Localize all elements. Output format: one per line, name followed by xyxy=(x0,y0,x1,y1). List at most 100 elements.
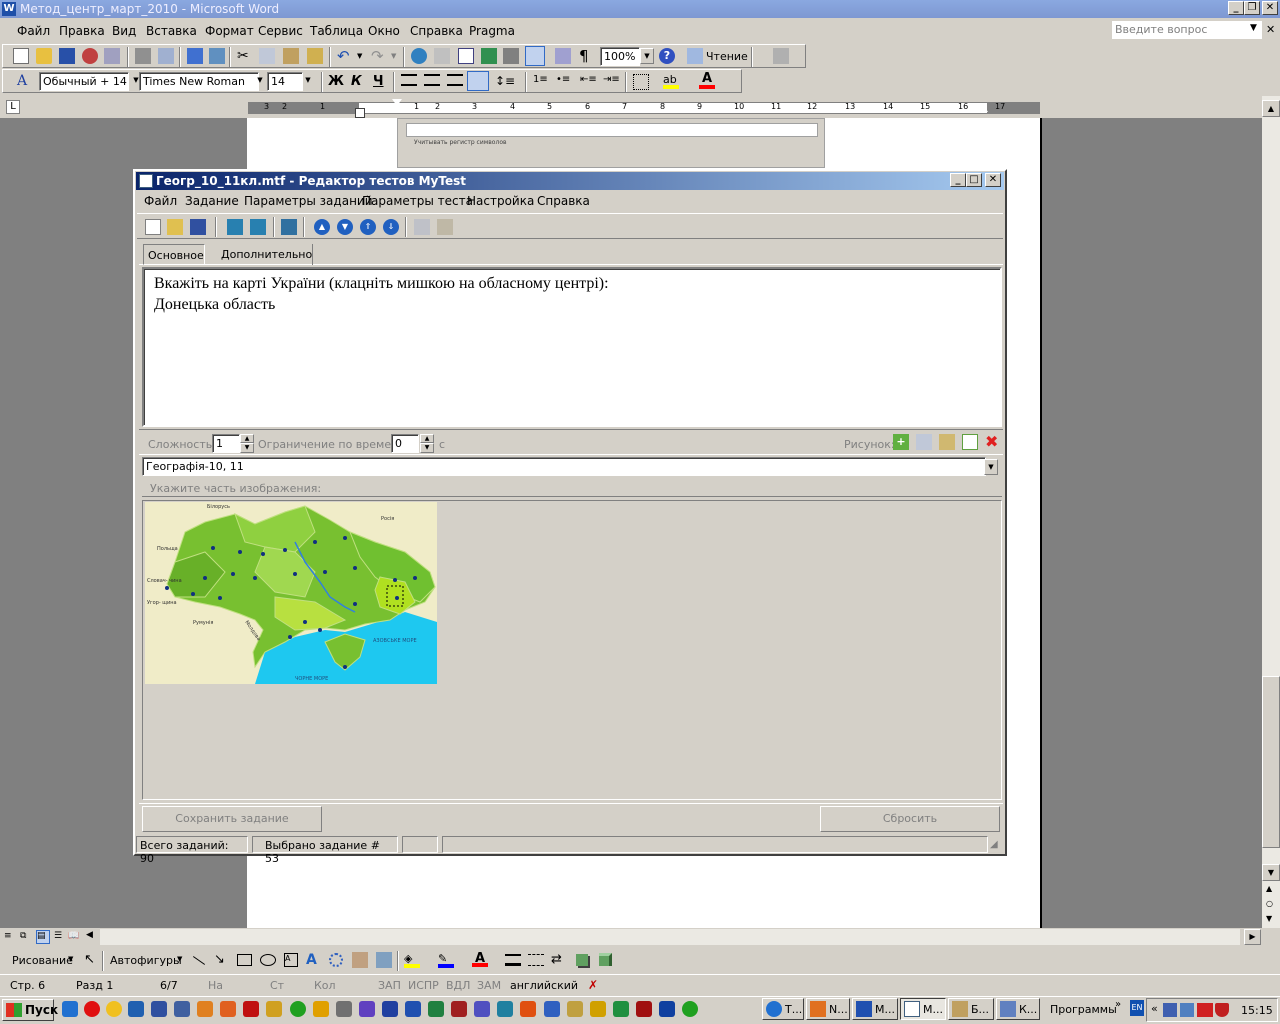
quicklaunch-app21-icon[interactable] xyxy=(520,1001,536,1017)
menu-file[interactable]: Файл xyxy=(17,24,50,38)
status-ovr[interactable]: ЗАМ xyxy=(477,979,501,992)
quicklaunch-app19-icon[interactable] xyxy=(474,1001,490,1017)
underline-button[interactable]: Ч xyxy=(373,74,384,89)
menu-insert[interactable]: Вставка xyxy=(146,24,197,38)
quicklaunch-ie-icon[interactable] xyxy=(62,1001,78,1017)
zoom-dropdown-icon[interactable]: ▼ xyxy=(640,48,654,64)
ukraine-map[interactable]: Білорусь Росія Польща Словач- чина Угор-… xyxy=(145,502,437,684)
mytest-minimize-button[interactable]: _ xyxy=(950,173,966,187)
quicklaunch-app22-icon[interactable] xyxy=(544,1001,560,1017)
font-select[interactable]: Times New Roman xyxy=(139,72,259,91)
quicklaunch-app28-icon[interactable] xyxy=(682,1001,698,1017)
tray-antivirus-icon[interactable] xyxy=(1197,1003,1213,1017)
autoshapes-menu[interactable]: Автофигуры xyxy=(110,954,182,967)
word-title-bar[interactable]: W Метод_центр_март_2010 - Microsoft Word… xyxy=(0,0,1280,18)
programs-toolbar-arrow-icon[interactable]: » xyxy=(1115,999,1121,1010)
menu-format[interactable]: Формат xyxy=(205,24,254,38)
arrow-tool-icon[interactable]: ↘ xyxy=(214,952,225,967)
bold-button[interactable]: Ж xyxy=(328,74,344,89)
insert-table-icon[interactable] xyxy=(458,48,474,64)
quicklaunch-app8-icon[interactable] xyxy=(220,1001,236,1017)
normal-view-icon[interactable]: ≡ xyxy=(4,931,16,943)
mytest-add-subtask-icon[interactable] xyxy=(250,219,266,235)
research-icon[interactable] xyxy=(209,48,225,64)
quicklaunch-app13-icon[interactable] xyxy=(336,1001,352,1017)
mytest-new-icon[interactable] xyxy=(145,219,161,235)
redo-icon[interactable]: ↷ xyxy=(371,48,387,64)
complexity-spinner[interactable]: ▲ ▼ xyxy=(240,434,254,453)
quicklaunch-publisher-icon[interactable] xyxy=(497,1001,513,1017)
tray-shield-icon[interactable] xyxy=(1215,1003,1229,1017)
quicklaunch-tree-icon[interactable] xyxy=(290,1001,306,1017)
language-indicator[interactable]: EN xyxy=(1130,1000,1144,1016)
font-size-dropdown-icon[interactable]: ▼ xyxy=(301,73,315,89)
ruler[interactable]: L 3 2 1 1 2 3 4 5 6 7 8 9 10 11 12 13 14… xyxy=(0,96,1280,118)
mytest-move-down-icon[interactable]: ▼ xyxy=(337,219,353,235)
shadow-icon[interactable] xyxy=(576,954,588,966)
insert-excel-icon[interactable] xyxy=(481,48,497,64)
italic-button[interactable]: К xyxy=(351,74,362,89)
quicklaunch-app5-icon[interactable] xyxy=(151,1001,167,1017)
rectangle-tool-icon[interactable] xyxy=(237,954,252,966)
hscroll-left-button[interactable]: ◀ xyxy=(86,930,93,940)
menu-help[interactable]: Справка xyxy=(410,24,463,38)
permission-icon[interactable] xyxy=(82,48,98,64)
scroll-thumb[interactable] xyxy=(1262,676,1280,848)
topic-dropdown-icon[interactable]: ▼ xyxy=(984,459,998,475)
picture-delete-icon[interactable]: ✖ xyxy=(985,434,1001,450)
decrease-indent-icon[interactable]: ⇤≡ xyxy=(580,74,597,90)
document-map-icon[interactable] xyxy=(555,48,571,64)
quicklaunch-photoshop-icon[interactable] xyxy=(659,1001,675,1017)
help-icon[interactable]: ? xyxy=(659,48,675,64)
reading-layout-icon[interactable] xyxy=(687,48,703,64)
start-button[interactable]: Пуск xyxy=(2,999,58,1021)
scroll-down-button[interactable]: ▼ xyxy=(1262,864,1280,881)
spelling-icon[interactable] xyxy=(187,48,203,64)
reading-label[interactable]: Чтение xyxy=(706,50,748,63)
mytest-menu-settings[interactable]: Настройка xyxy=(467,194,534,208)
doc-close-icon[interactable]: ✕ xyxy=(1266,23,1275,36)
format-painter-icon[interactable] xyxy=(307,48,323,64)
menu-tools[interactable]: Сервис xyxy=(258,24,303,38)
task-button-4[interactable]: М... xyxy=(900,998,946,1020)
picture-icon[interactable] xyxy=(376,952,392,968)
picture-add-icon[interactable]: + xyxy=(893,434,909,450)
clipart-icon[interactable] xyxy=(352,952,368,968)
fill-color-icon[interactable]: ◈ xyxy=(404,952,420,968)
task-button-5[interactable]: Б... xyxy=(948,998,994,1020)
mytest-paste-icon[interactable] xyxy=(437,219,453,235)
open-icon[interactable] xyxy=(36,48,52,64)
resize-grip-icon[interactable]: ◢ xyxy=(990,839,998,850)
style-select[interactable]: Обычный + 14 г xyxy=(39,72,129,91)
mytest-title-bar[interactable]: Геогр_10_11кл.mtf - Редактор тестов MyTe… xyxy=(136,172,1004,190)
question-editor[interactable]: Вкажіть на карті України (клацніть мишко… xyxy=(142,267,1002,427)
new-icon[interactable] xyxy=(13,48,29,64)
reset-button[interactable]: Сбросить xyxy=(820,806,1000,832)
quicklaunch-flash-icon[interactable] xyxy=(636,1001,652,1017)
quicklaunch-app10-icon[interactable] xyxy=(266,1001,282,1017)
cut-icon[interactable]: ✂ xyxy=(237,48,253,64)
email-icon[interactable] xyxy=(104,48,120,64)
quicklaunch-word-icon[interactable] xyxy=(405,1001,421,1017)
undo-dropdown-icon[interactable]: ▼ xyxy=(357,52,365,68)
mytest-move-up-icon[interactable]: ▲ xyxy=(314,219,330,235)
topic-select[interactable]: Географія-10, 11 xyxy=(142,457,986,476)
print-icon[interactable] xyxy=(135,48,151,64)
toolbar-options-icon[interactable] xyxy=(773,48,789,64)
clock[interactable]: 15:15 xyxy=(1241,1004,1273,1017)
styles-pane-icon[interactable]: A xyxy=(17,73,33,89)
vertical-scrollbar[interactable]: ▲ ▼ ▲ ○ ▼ xyxy=(1262,96,1280,928)
complexity-input[interactable]: 1 xyxy=(212,434,240,453)
arrow-style-icon[interactable]: ⇄ xyxy=(551,952,562,967)
justify-icon[interactable] xyxy=(467,71,489,91)
quicklaunch-pdf-icon[interactable] xyxy=(243,1001,259,1017)
mytest-open-icon[interactable] xyxy=(167,219,183,235)
left-indent-marker[interactable] xyxy=(355,108,365,118)
quicklaunch-app14-icon[interactable] xyxy=(359,1001,375,1017)
line-spacing-icon[interactable]: ↕≡ xyxy=(495,74,515,90)
quicklaunch-access-icon[interactable] xyxy=(451,1001,467,1017)
hscroll-right-button[interactable]: ▶ xyxy=(1244,929,1261,945)
browse-object-icon[interactable]: ○ xyxy=(1266,899,1273,908)
first-line-indent-marker[interactable] xyxy=(392,99,402,106)
quicklaunch-app25-icon[interactable] xyxy=(613,1001,629,1017)
